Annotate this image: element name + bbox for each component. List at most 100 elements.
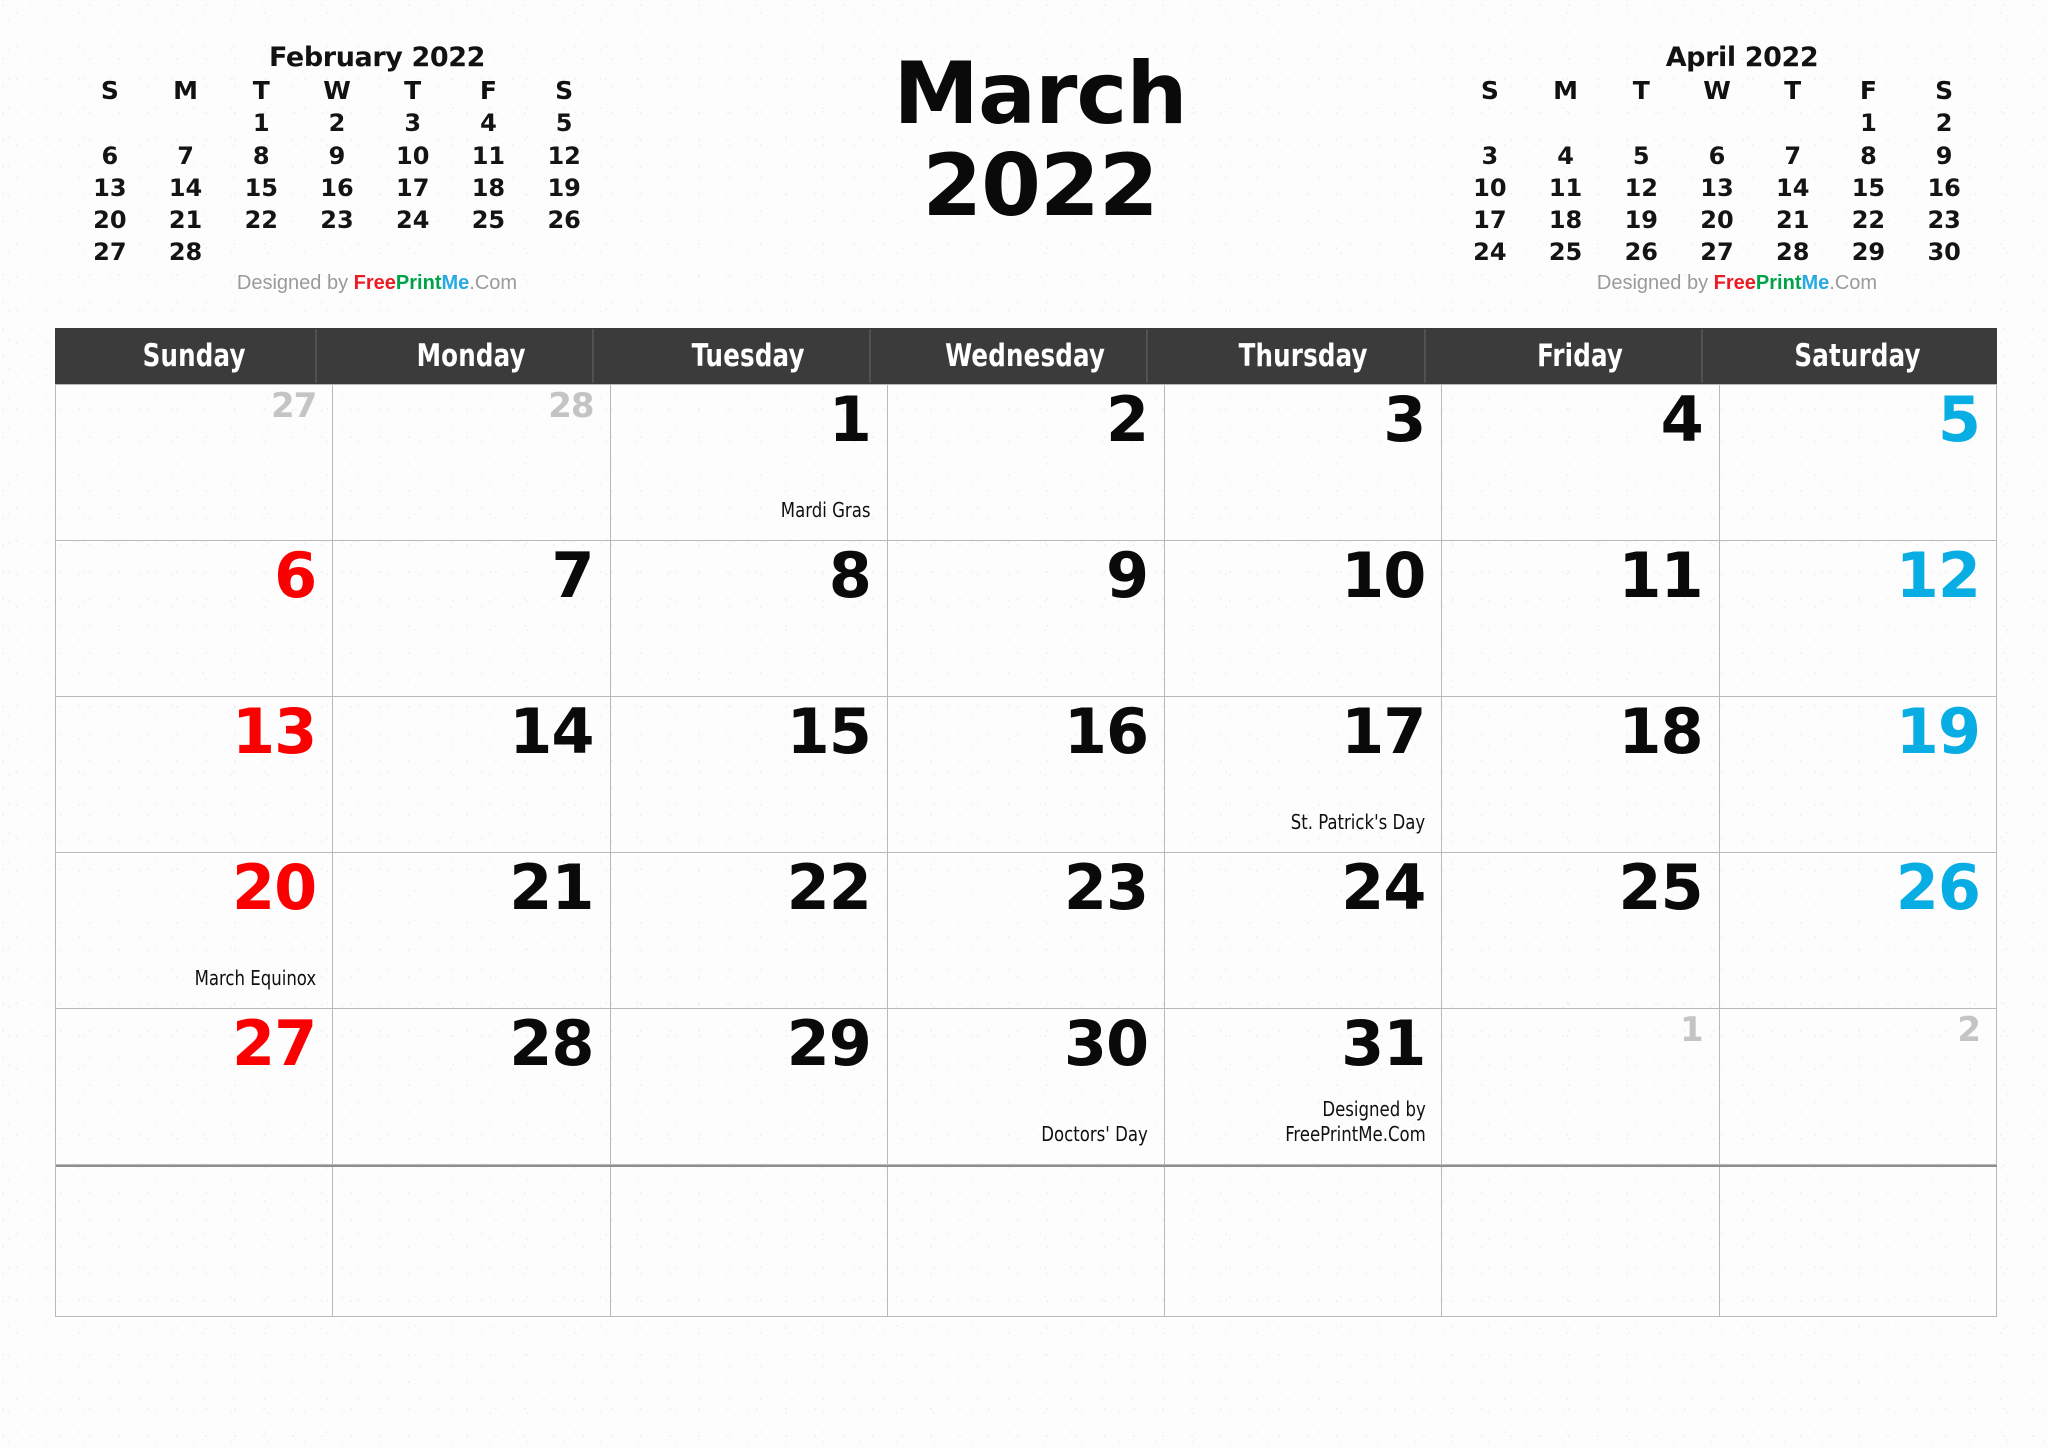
calendar-week-row <box>56 1165 1997 1317</box>
day-cell-29[interactable]: 29 <box>610 1009 888 1165</box>
day-cell-17[interactable]: 17 St. Patrick's Day <box>1165 697 1443 853</box>
day-cell-19[interactable]: 19 <box>1719 697 1997 853</box>
mini-calendar-february: February 2022 S M T W T F S 1 2 3 4 5 6 7 8 9 10 11 12 13 14… <box>72 43 602 295</box>
mini-february-day: 2 <box>328 109 346 138</box>
mini-february-day-blank <box>451 236 527 268</box>
day-cell-27[interactable]: 27 <box>56 1009 334 1165</box>
day-number: 1 <box>828 385 872 456</box>
day-cell-8[interactable]: 8 <box>610 541 888 697</box>
day-cell-10[interactable]: 10 <box>1165 541 1443 697</box>
mini-calendar-april-title: April 2022 <box>1665 42 1819 73</box>
mini-april-dow: S <box>1935 76 1954 106</box>
day-cell-15[interactable]: 15 <box>610 697 888 853</box>
mini-april-dow: W <box>1703 76 1731 106</box>
day-cell-18[interactable]: 18 <box>1442 697 1720 853</box>
day-cell-empty[interactable] <box>887 1167 1166 1317</box>
month-calendar: Sunday Monday Tuesday Wednesday Thursday Frid… <box>55 328 1997 1317</box>
mini-april-day: 4 <box>1557 141 1574 170</box>
day-cell-empty[interactable] <box>1719 1167 1997 1317</box>
mini-february-day: 7 <box>177 141 194 170</box>
mini-april-day: 30 <box>1927 237 1961 266</box>
calendar-week-row: 27 28 1 Mardi Gras 2 3 4 5 <box>56 385 1997 541</box>
day-cell-2[interactable]: 2 <box>1719 1009 1997 1165</box>
mini-calendar-february-grid: S M T W T F S 1 2 3 4 5 6 7 8 9 10 11 12 13 14 15 16 17 18 19 20 21… <box>72 74 602 268</box>
mini-february-dow: W <box>323 76 351 106</box>
day-cell-25[interactable]: 25 <box>1442 853 1720 1009</box>
mini-february-day: 1 <box>252 109 270 138</box>
day-cell-21[interactable]: 21 <box>333 853 611 1009</box>
mini-april-day: 2 <box>1935 109 1953 138</box>
day-number: 5 <box>1937 385 1981 456</box>
mini-april-day: 13 <box>1700 173 1734 202</box>
day-cell-23[interactable]: 23 <box>887 853 1166 1009</box>
day-cell-16[interactable]: 16 <box>887 697 1166 853</box>
day-cell-31[interactable]: 31 Designed by FreePrintMe.Com <box>1165 1009 1443 1165</box>
credit-dotcom: .Com <box>1829 272 1878 295</box>
day-number: 3 <box>1383 385 1426 456</box>
mini-february-dow: F <box>479 76 497 106</box>
mini-february-day: 27 <box>93 237 127 266</box>
mini-february-day-blank <box>223 236 299 268</box>
day-cell-28[interactable]: 28 <box>333 385 611 541</box>
day-cell-2[interactable]: 2 <box>887 385 1166 541</box>
day-cell-24[interactable]: 24 <box>1165 853 1443 1009</box>
mini-february-day: 17 <box>396 173 430 202</box>
calendar-week-row: 13 14 15 16 17 St. Patrick's Day 18 19 <box>56 697 1997 853</box>
day-cell-28[interactable]: 28 <box>333 1009 611 1165</box>
day-cell-12[interactable]: 12 <box>1719 541 1997 697</box>
day-cell-4[interactable]: 4 <box>1442 385 1720 541</box>
mini-april-day: 12 <box>1624 173 1658 202</box>
day-number: 17 <box>1341 697 1426 768</box>
day-cell-6[interactable]: 6 <box>56 541 334 697</box>
mini-april-day: 26 <box>1624 237 1658 266</box>
mini-april-day-blank <box>1452 107 1528 139</box>
day-number: 26 <box>1895 853 1981 924</box>
day-cell-13[interactable]: 13 <box>56 697 334 853</box>
day-cell-20[interactable]: 20 March Equinox <box>56 853 334 1009</box>
day-cell-14[interactable]: 14 <box>333 697 611 853</box>
mini-february-dow: T <box>404 76 422 106</box>
mini-april-day: 3 <box>1481 141 1499 170</box>
mini-february-dow: T <box>252 76 270 106</box>
day-cell-1[interactable]: 1 <box>1442 1009 1720 1165</box>
day-cell-5[interactable]: 5 <box>1719 385 1997 541</box>
mini-february-day: 14 <box>168 173 203 202</box>
day-cell-27[interactable]: 27 <box>56 385 334 541</box>
mini-april-day: 18 <box>1548 205 1583 234</box>
day-cell-22[interactable]: 22 <box>610 853 888 1009</box>
title-year: 2022 <box>922 136 1158 237</box>
day-event-label: Doctors' Day <box>1041 1121 1149 1146</box>
day-number: 18 <box>1618 697 1703 768</box>
weekday-header-sunday: Sunday <box>73 329 317 383</box>
mini-february-day-blank <box>299 236 375 268</box>
day-number: 21 <box>509 853 594 924</box>
day-event-label: Mardi Gras <box>781 497 871 522</box>
day-cell-1[interactable]: 1 Mardi Gras <box>610 385 888 541</box>
day-cell-30[interactable]: 30 Doctors' Day <box>887 1009 1166 1165</box>
day-cell-empty[interactable] <box>56 1167 334 1317</box>
day-number: 31 <box>1341 1009 1426 1080</box>
day-event-label: St. Patrick's Day <box>1290 809 1426 834</box>
day-cell-empty[interactable] <box>333 1167 611 1317</box>
day-cell-9[interactable]: 9 <box>887 541 1166 697</box>
day-cell-empty[interactable] <box>1442 1167 1720 1317</box>
day-number: 11 <box>1618 541 1703 612</box>
mini-february-day-blank <box>148 107 224 139</box>
day-cell-3[interactable]: 3 <box>1165 385 1443 541</box>
credit-free: Free <box>353 272 396 295</box>
day-number: 27 <box>232 1009 317 1080</box>
day-cell-11[interactable]: 11 <box>1442 541 1720 697</box>
mini-february-day: 26 <box>547 205 581 234</box>
mini-february-day: 24 <box>396 205 430 234</box>
day-number: 16 <box>1063 697 1149 768</box>
day-event-label: March Equinox <box>194 965 317 990</box>
mini-february-day: 28 <box>168 237 203 266</box>
weekday-header-wednesday: Wednesday <box>904 329 1148 383</box>
mini-april-dow: F <box>1859 76 1877 106</box>
day-cell-empty[interactable] <box>1165 1167 1443 1317</box>
day-cell-26[interactable]: 26 <box>1719 853 1997 1009</box>
mini-february-day: 19 <box>547 173 581 202</box>
day-number: 20 <box>232 853 317 924</box>
day-cell-empty[interactable] <box>610 1167 888 1317</box>
day-cell-7[interactable]: 7 <box>333 541 611 697</box>
